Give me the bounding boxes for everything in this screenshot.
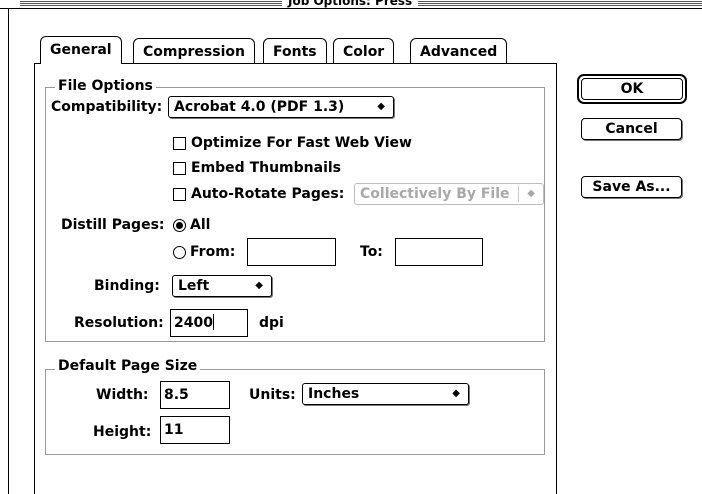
radio-all[interactable] bbox=[173, 219, 186, 232]
height-label: Height: bbox=[93, 424, 152, 440]
thumbnails-checkbox[interactable] bbox=[173, 162, 186, 175]
binding-popup[interactable]: Left ◆ bbox=[172, 275, 272, 297]
resolution-field[interactable]: 2400 bbox=[170, 309, 248, 337]
radio-from[interactable] bbox=[173, 246, 186, 259]
compatibility-popup[interactable]: Acrobat 4.0 (PDF 1.3) ◆ bbox=[168, 96, 394, 118]
file-options-title: File Options bbox=[55, 78, 156, 94]
up-down-arrows-icon: ◆ bbox=[452, 388, 460, 399]
to-field[interactable] bbox=[395, 238, 483, 266]
window-frame bbox=[8, 9, 9, 494]
up-down-arrows-icon: ◆ bbox=[255, 280, 263, 291]
tab-general[interactable]: General bbox=[40, 36, 122, 64]
title-bar[interactable]: Job Options: Press bbox=[0, 0, 702, 9]
close-box[interactable] bbox=[0, 0, 18, 8]
to-label: To: bbox=[360, 244, 383, 260]
tab-fonts[interactable]: Fonts bbox=[263, 38, 327, 63]
optimize-label: Optimize For Fast Web View bbox=[191, 135, 412, 151]
page-size-title: Default Page Size bbox=[55, 358, 201, 374]
up-down-arrows-icon: ◆ bbox=[527, 188, 535, 199]
page-size-group bbox=[45, 369, 545, 455]
distill-pages-label: Distill Pages: bbox=[61, 217, 165, 233]
binding-label: Binding: bbox=[94, 278, 160, 294]
thumbnails-label: Embed Thumbnails bbox=[191, 160, 342, 176]
resolution-label: Resolution: bbox=[74, 315, 164, 331]
tab-compression[interactable]: Compression bbox=[133, 38, 255, 63]
autorotate-label: Auto-Rotate Pages: bbox=[191, 186, 345, 202]
units-label: Units: bbox=[249, 387, 296, 403]
compatibility-label: Compatibility: bbox=[51, 99, 163, 115]
height-field[interactable]: 11 bbox=[160, 416, 230, 444]
autorotate-popup: Collectively By File ◆ bbox=[354, 183, 544, 205]
units-popup[interactable]: Inches ◆ bbox=[302, 383, 469, 405]
resolution-unit: dpi bbox=[259, 315, 284, 331]
width-label: Width: bbox=[96, 387, 149, 403]
file-options-group bbox=[45, 87, 545, 342]
radio-all-label: All bbox=[190, 217, 211, 233]
window-title: Job Options: Press bbox=[282, 0, 419, 8]
autorotate-checkbox[interactable] bbox=[173, 188, 186, 201]
from-label: From: bbox=[190, 244, 236, 260]
tab-advanced[interactable]: Advanced bbox=[410, 38, 508, 63]
from-field[interactable] bbox=[247, 238, 336, 266]
save-as-button[interactable]: Save As... bbox=[581, 176, 682, 198]
tab-color[interactable]: Color bbox=[333, 38, 395, 63]
width-field[interactable]: 8.5 bbox=[160, 381, 230, 409]
ok-button[interactable]: OK bbox=[577, 74, 687, 104]
up-down-arrows-icon: ◆ bbox=[377, 101, 385, 112]
text-cursor bbox=[212, 314, 214, 330]
optimize-checkbox[interactable] bbox=[173, 137, 186, 150]
cancel-button[interactable]: Cancel bbox=[581, 118, 682, 140]
